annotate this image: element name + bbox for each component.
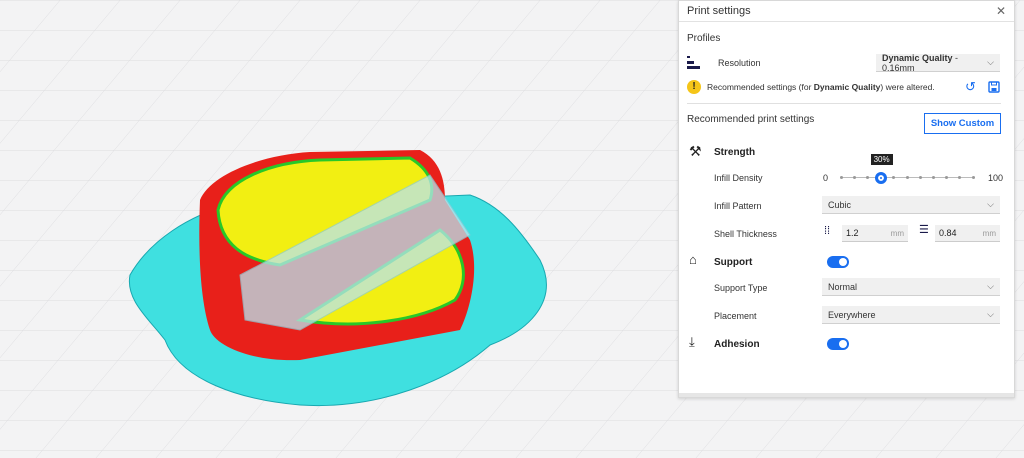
top-bottom-thickness-icon: ☰ — [919, 224, 929, 236]
adhesion-icon: ⤓ — [689, 334, 695, 349]
divider — [687, 103, 1001, 104]
top-bottom-thickness-input[interactable]: 0.84 mm — [935, 225, 1000, 242]
infill-density-slider[interactable]: 30% — [839, 154, 975, 185]
slider-thumb[interactable] — [874, 172, 887, 184]
strength-icon: ⚒ — [689, 143, 702, 159]
slider-tick — [931, 176, 935, 179]
slider-tick — [852, 176, 856, 179]
panel-resize-handle[interactable] — [679, 393, 1014, 397]
recommended-heading: Recommended print settings — [687, 114, 815, 125]
save-icon[interactable] — [988, 81, 1000, 93]
slider-max: 100 — [988, 173, 1004, 183]
support-label: Support — [714, 257, 753, 268]
slider-tick — [971, 176, 975, 179]
wall-thickness-icon: ⁞⁞ — [824, 225, 831, 237]
infill-density-label: Infill Density — [714, 173, 763, 183]
slider-tick — [945, 176, 949, 179]
infill-pattern-label: Infill Pattern — [714, 201, 762, 211]
placement-label: Placement — [714, 311, 757, 321]
resolution-profile: Dynamic Quality — [882, 52, 953, 63]
support-toggle[interactable] — [827, 256, 849, 268]
slider-tick — [839, 176, 843, 179]
profiles-heading: Profiles — [687, 33, 721, 44]
wall-thickness-input[interactable]: 1.2 mm — [842, 225, 908, 242]
support-type-dropdown[interactable]: Normal ⌵ — [822, 278, 1000, 296]
resolution-label: Resolution — [718, 58, 761, 68]
panel-title: Print settings — [687, 5, 751, 17]
infill-pattern-dropdown[interactable]: Cubic ⌵ — [822, 196, 1000, 214]
print-settings-panel: Print settings ✕ Profiles Resolution Dyn… — [678, 0, 1015, 398]
adhesion-toggle[interactable] — [827, 338, 849, 350]
support-icon: ⌂ — [689, 252, 697, 267]
resolution-dropdown[interactable]: Dynamic Quality - 0.16mm ⌵ — [876, 52, 1000, 73]
slider-min: 0 — [823, 173, 829, 183]
altered-warning: Recommended settings (for Dynamic Qualit… — [707, 82, 935, 92]
show-custom-button[interactable]: Show Custom — [924, 113, 1001, 134]
chevron-down-icon: ⌵ — [987, 281, 994, 291]
slider-tick — [865, 176, 869, 179]
chevron-down-icon: ⌵ — [987, 57, 994, 67]
slider-tick — [918, 176, 922, 179]
strength-label: Strength — [714, 147, 756, 158]
chevron-down-icon: ⌵ — [987, 199, 994, 209]
shell-thickness-label: Shell Thickness — [714, 229, 777, 239]
slider-tooltip: 30% — [870, 154, 893, 165]
warning-icon: ! — [687, 80, 701, 94]
adhesion-label: Adhesion — [714, 339, 760, 350]
close-icon[interactable]: ✕ — [996, 4, 1006, 18]
reset-icon[interactable]: ↺ — [965, 79, 976, 95]
slider-tick — [905, 176, 909, 179]
slider-tick — [892, 176, 896, 179]
slider-tick — [958, 176, 962, 179]
support-type-label: Support Type — [714, 283, 768, 293]
resolution-icon — [687, 56, 700, 69]
panel-header: Print settings ✕ — [679, 1, 1014, 22]
chevron-down-icon: ⌵ — [987, 309, 994, 319]
placement-dropdown[interactable]: Everywhere ⌵ — [822, 306, 1000, 324]
